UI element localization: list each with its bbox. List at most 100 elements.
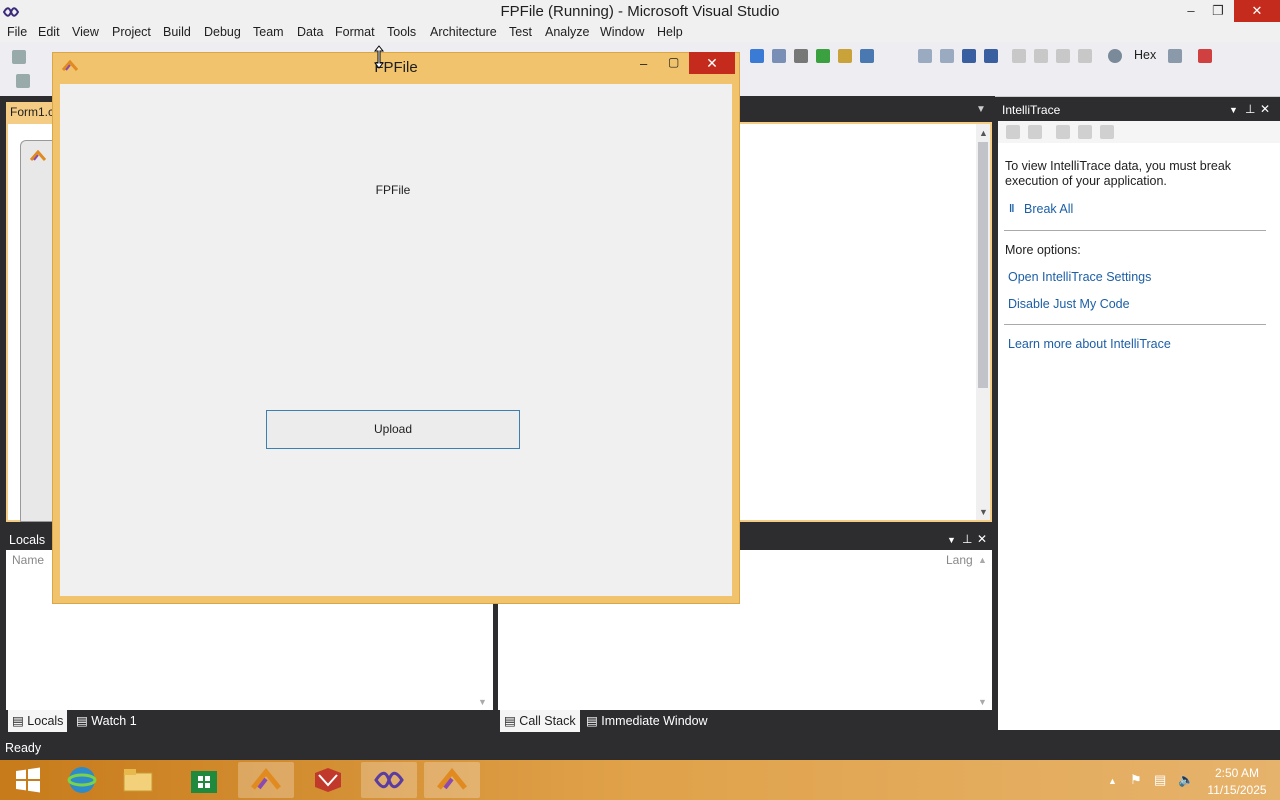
network-icon[interactable]: ▤ [1154,772,1166,788]
tab-immediate-label: Immediate Window [601,714,708,728]
break-all-link[interactable]: Break All [1024,202,1073,216]
hex-toggle[interactable]: Hex [1134,48,1156,62]
learn-more-link[interactable]: Learn more about IntelliTrace [1008,337,1171,351]
breakpoint-icon[interactable] [1198,49,1212,63]
resize-cursor-icon [373,45,385,72]
vs-close-button[interactable]: ✕ [1234,0,1280,22]
calls-view-icon[interactable] [1028,125,1042,139]
pause-icon[interactable] [940,49,954,63]
settings-icon[interactable] [1078,125,1092,139]
show-next-statement-icon[interactable] [1012,49,1026,63]
scroll-down-icon[interactable]: ▼ [979,507,988,517]
mail-icon[interactable] [772,49,786,63]
menu-format[interactable]: Format [335,25,375,39]
tab-form1-design[interactable]: Form1.c [6,102,58,122]
menu-help[interactable]: Help [657,25,683,39]
taskbar-fpfile[interactable] [424,762,480,798]
tab-locals[interactable]: ▤ Locals [8,710,68,732]
form-close-button[interactable]: ✕ [689,52,735,74]
window-icon[interactable] [750,49,764,63]
menu-analyze[interactable]: Analyze [545,25,589,39]
console-icon[interactable] [860,49,874,63]
gear-icon[interactable] [838,49,852,63]
menu-build[interactable]: Build [163,25,191,39]
save-icon[interactable] [1100,125,1114,139]
clock-time[interactable]: 2:50 AM [1207,766,1267,780]
close-icon[interactable]: ✕ [977,532,987,546]
close-icon[interactable]: ✕ [1260,102,1270,116]
panel-dropdown-icon[interactable]: ▼ [947,535,956,545]
scroll-down-icon[interactable]: ▼ [978,697,987,707]
open-intellitrace-settings-link[interactable]: Open IntelliTrace Settings [1008,270,1151,284]
intellitrace-message: To view IntelliTrace data, you must brea… [1005,159,1232,188]
layout-icon[interactable] [16,74,30,88]
clock-date[interactable]: 11/15/2025 [1203,783,1271,797]
taskbar-store[interactable] [176,762,232,798]
taskbar-vs-app[interactable] [238,762,294,798]
search-icon[interactable] [1108,49,1122,63]
menu-data[interactable]: Data [297,25,323,39]
taskbar-ie[interactable] [54,762,110,798]
new-project-icon[interactable] [12,50,26,64]
menu-tools[interactable]: Tools [387,25,416,39]
start-button[interactable] [0,762,56,798]
run-icon[interactable] [816,49,830,63]
events-view-icon[interactable] [1006,125,1020,139]
tray-expand-icon[interactable]: ▲ [1108,776,1117,786]
form-maximize-button[interactable]: ▢ [668,55,679,69]
tools-icon[interactable] [794,49,808,63]
vs-minimize-button[interactable]: – [1176,0,1206,22]
upload-button[interactable]: Upload [266,410,520,449]
tab-call-stack[interactable]: ▤ Call Stack [500,710,580,732]
app-icon [251,768,281,790]
continue-icon[interactable] [918,49,932,63]
menu-project[interactable]: Project [112,25,151,39]
scroll-up-icon[interactable]: ▲ [978,555,987,565]
menu-window[interactable]: Window [600,25,644,39]
panel-dropdown-icon[interactable]: ▼ [1229,105,1238,115]
threads-icon[interactable] [1168,49,1182,63]
form-minimize-button[interactable]: – [640,56,647,71]
locals-title: Locals [9,533,46,547]
step-out-icon[interactable] [1078,49,1092,63]
filter-icon[interactable] [1056,125,1070,139]
app-icon [437,768,467,790]
pin-icon[interactable]: ⊥ [962,532,972,546]
folder-icon [123,769,153,792]
menu-test[interactable]: Test [509,25,532,39]
editor-scrollbar-thumb[interactable] [978,142,988,388]
tab-watch-label: Watch 1 [91,714,137,728]
restart-icon[interactable] [984,49,998,63]
taskbar-explorer[interactable] [110,762,166,798]
menu-architecture[interactable]: Architecture [430,25,497,39]
globe-icon [67,767,97,793]
menu-edit[interactable]: Edit [38,25,60,39]
tab-immediate-window[interactable]: ▤ Immediate Window [586,713,708,728]
disable-just-my-code-link[interactable]: Disable Just My Code [1008,297,1130,311]
scroll-down-icon[interactable]: ▼ [478,697,487,707]
menu-view[interactable]: View [72,25,99,39]
vs-restore-button[interactable]: ❐ [1203,0,1233,22]
separator [1004,230,1266,231]
stop-icon[interactable] [962,49,976,63]
tab-watch-1[interactable]: ▤ Watch 1 [76,713,137,728]
taskbar-visual-studio[interactable] [361,762,417,798]
red-tool-icon [315,768,341,792]
step-into-icon[interactable] [1034,49,1048,63]
scroll-up-icon[interactable]: ▲ [979,128,988,138]
menu-file[interactable]: File [7,25,27,39]
menu-team[interactable]: Team [253,25,284,39]
taskbar-sql-tool[interactable] [300,762,356,798]
form-app-icon [29,149,47,162]
fpfile-client-area [60,84,732,596]
locals-name-column[interactable]: Name [12,553,44,567]
flag-icon[interactable]: ⚑ [1130,772,1142,788]
intellitrace-panel [998,100,1280,730]
speaker-muted-icon[interactable]: 🔈 [1178,772,1194,788]
doc-dropdown-icon[interactable]: ▼ [976,104,986,115]
separator [1004,324,1266,325]
menu-debug[interactable]: Debug [204,25,241,39]
pin-icon[interactable]: ⊥ [1245,102,1255,116]
callstack-language-column[interactable]: Lang [946,553,973,567]
step-over-icon[interactable] [1056,49,1070,63]
